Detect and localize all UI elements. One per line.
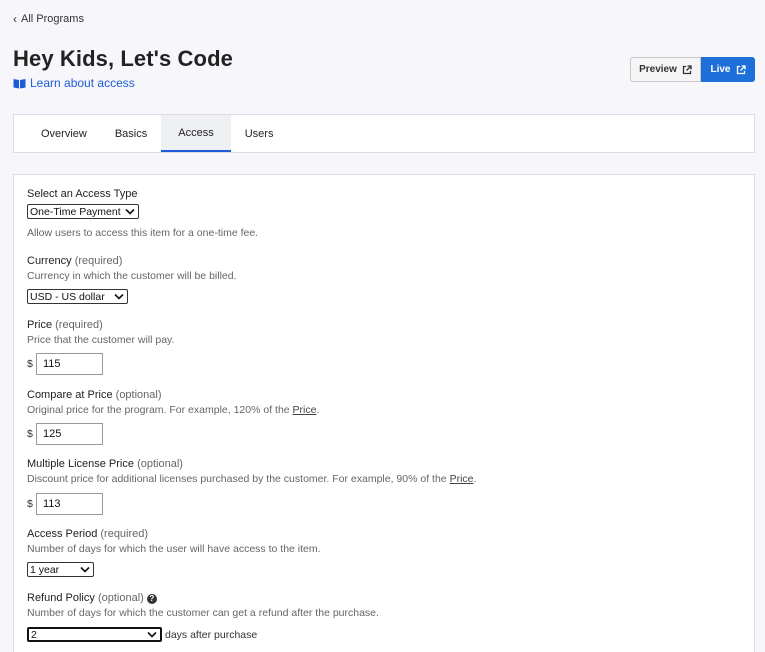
price-reference-link: Price bbox=[292, 404, 317, 416]
multi-license-help: Discount price for additional licenses p… bbox=[27, 473, 477, 485]
learn-about-access-link[interactable]: Learn about access bbox=[13, 76, 135, 90]
compare-price-currency-symbol: $ bbox=[27, 428, 33, 440]
tab-bar: Overview Basics Access Users bbox=[13, 114, 755, 153]
access-period-help: Number of days for which the user will h… bbox=[27, 543, 321, 555]
tab-users[interactable]: Users bbox=[231, 115, 288, 152]
preview-label: Preview bbox=[639, 64, 677, 75]
compare-price-label: Compare at Price (optional) bbox=[27, 389, 162, 401]
access-form: Select an Access Type One-Time Payment A… bbox=[13, 174, 755, 652]
price-input[interactable]: 115 bbox=[36, 353, 103, 375]
learn-link-label: Learn about access bbox=[30, 76, 135, 90]
access-type-help: Allow users to access this item for a on… bbox=[27, 227, 259, 239]
preview-button[interactable]: Preview bbox=[630, 57, 701, 82]
live-label: Live bbox=[710, 64, 731, 75]
back-to-programs-link[interactable]: ‹ All Programs bbox=[13, 13, 84, 25]
tab-overview[interactable]: Overview bbox=[27, 115, 101, 152]
external-link-icon bbox=[736, 64, 746, 74]
currency-select[interactable]: USD - US dollar bbox=[27, 289, 128, 304]
multi-license-label: Multiple License Price (optional) bbox=[27, 458, 183, 470]
refund-policy-value: 2 bbox=[31, 628, 37, 641]
chevron-down-icon bbox=[125, 208, 135, 215]
external-link-icon bbox=[682, 64, 692, 74]
access-period-value: 1 year bbox=[30, 563, 60, 576]
price-help: Price that the customer will pay. bbox=[27, 334, 175, 346]
currency-label: Currency (required) bbox=[27, 255, 123, 267]
live-button[interactable]: Live bbox=[701, 57, 755, 82]
price-currency-symbol: $ bbox=[27, 358, 33, 370]
refund-policy-label: Refund Policy (optional)? bbox=[27, 592, 157, 604]
chevron-down-icon bbox=[147, 631, 157, 638]
multi-license-currency-symbol: $ bbox=[27, 498, 33, 510]
refund-policy-select[interactable]: 2 bbox=[27, 627, 162, 642]
tab-basics[interactable]: Basics bbox=[101, 115, 161, 152]
currency-help: Currency in which the customer will be b… bbox=[27, 270, 237, 282]
compare-price-input[interactable]: 125 bbox=[36, 423, 103, 445]
multi-license-input[interactable]: 113 bbox=[36, 493, 103, 515]
refund-policy-help: Number of days for which the customer ca… bbox=[27, 607, 379, 619]
chevron-left-icon: ‹ bbox=[13, 12, 17, 26]
access-type-label: Select an Access Type bbox=[27, 188, 138, 200]
access-type-value: One-Time Payment bbox=[30, 205, 121, 218]
access-period-label: Access Period (required) bbox=[27, 528, 149, 540]
access-type-select[interactable]: One-Time Payment bbox=[27, 204, 139, 219]
chevron-down-icon bbox=[114, 293, 124, 300]
price-label: Price (required) bbox=[27, 319, 103, 331]
book-icon bbox=[13, 78, 26, 88]
price-reference-link: Price bbox=[449, 473, 474, 485]
chevron-down-icon bbox=[80, 566, 90, 573]
page-title: Hey Kids, Let's Code bbox=[13, 46, 233, 71]
currency-value: USD - US dollar bbox=[30, 290, 105, 303]
back-link-label: All Programs bbox=[21, 13, 84, 25]
view-button-group: Preview Live bbox=[630, 57, 755, 82]
access-period-select[interactable]: 1 year bbox=[27, 562, 94, 577]
help-icon[interactable]: ? bbox=[146, 593, 157, 604]
refund-days-suffix: days after purchase bbox=[165, 629, 258, 641]
tab-access[interactable]: Access bbox=[161, 115, 231, 152]
compare-price-help: Original price for the program. For exam… bbox=[27, 404, 320, 416]
